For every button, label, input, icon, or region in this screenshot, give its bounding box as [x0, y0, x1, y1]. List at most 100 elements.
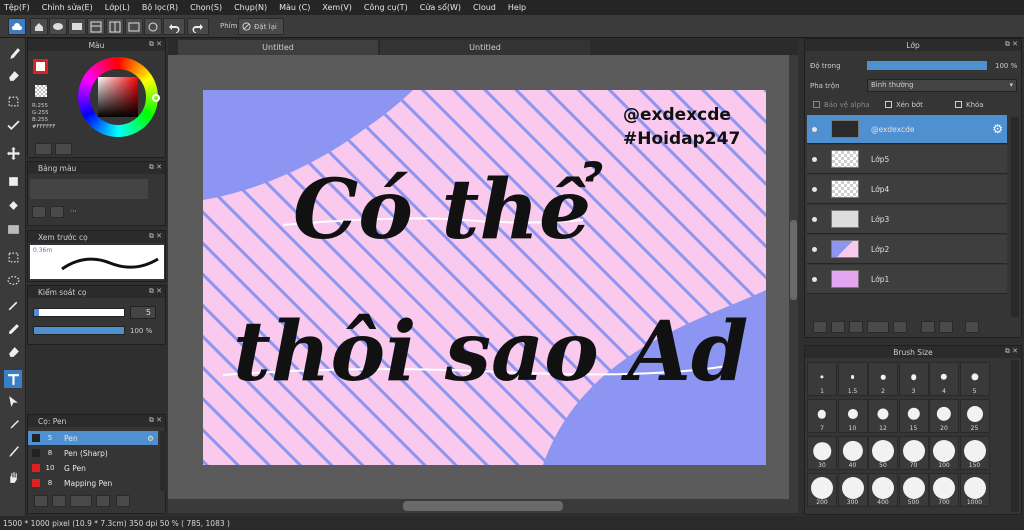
brush-list-scrollbar[interactable]: [160, 431, 166, 491]
menu-edit[interactable]: Chỉnh sửa(E): [36, 3, 99, 12]
select-eraser-tool-icon[interactable]: [4, 342, 22, 360]
brush-gear-icon[interactable]: [34, 495, 48, 507]
new-8bit-layer-icon[interactable]: [849, 321, 863, 333]
check-tool-icon[interactable]: [4, 116, 22, 134]
brush-size-cell[interactable]: 100: [929, 436, 959, 470]
gear-icon[interactable]: ⚙: [992, 122, 1003, 136]
select-rect-tool-icon[interactable]: [4, 92, 22, 110]
menu-select[interactable]: Chọn(S): [184, 3, 228, 12]
brush-size-cell[interactable]: 500: [898, 473, 929, 507]
lock-checkbox[interactable]: [955, 101, 962, 108]
brush-size-cell[interactable]: 40: [837, 436, 868, 470]
delete-layer-icon[interactable]: [965, 321, 979, 333]
hue-handle[interactable]: [152, 94, 160, 102]
new-halftone-layer-icon[interactable]: [831, 321, 845, 333]
brush-item-pen[interactable]: 5 Pen ⚙: [28, 431, 158, 445]
brush-copy-icon[interactable]: [96, 495, 110, 507]
menu-window[interactable]: Cửa sổ(W): [414, 3, 467, 12]
move-tool-icon[interactable]: [4, 144, 22, 162]
layer-row[interactable]: Lớp5: [807, 145, 1007, 174]
color-mode-button[interactable]: [35, 143, 52, 155]
brush-new-icon[interactable]: [52, 495, 66, 507]
gradient-tool-icon[interactable]: [4, 220, 22, 238]
menu-cloud[interactable]: Cloud: [467, 3, 502, 12]
duplicate-layer-icon[interactable]: [921, 321, 935, 333]
brush-item-mapping-pen[interactable]: 8 Mapping Pen: [28, 476, 158, 490]
secondary-color-swatch[interactable]: [35, 85, 47, 97]
palette-add-icon[interactable]: [32, 206, 46, 218]
menu-color[interactable]: Màu (C): [273, 3, 316, 12]
saturation-square[interactable]: [98, 77, 138, 117]
brush-item-g-pen[interactable]: 10 G Pen: [28, 461, 158, 475]
brush-size-cell[interactable]: 25: [959, 399, 990, 433]
layout-icon[interactable]: [87, 18, 105, 35]
eye-icon[interactable]: [812, 156, 817, 162]
brush-size-cell[interactable]: 4: [929, 362, 959, 396]
layer-row[interactable]: Lớp4: [807, 175, 1007, 204]
layer-row[interactable]: @exdexcde ⚙: [807, 115, 1007, 144]
color-option-button[interactable]: [55, 143, 72, 155]
layer-row[interactable]: Lớp1: [807, 265, 1007, 294]
palette-area[interactable]: [30, 179, 148, 199]
brush-size-value[interactable]: 5: [130, 306, 156, 319]
magic-wand-tool-icon[interactable]: [4, 296, 22, 314]
artwork-canvas[interactable]: @exdexcde #Hoidap247 Có thể thôi sao Ad: [203, 90, 766, 465]
brush-size-cell[interactable]: 400: [868, 473, 898, 507]
palette-more-icon[interactable]: ⋯: [70, 207, 77, 215]
brush-size-cell[interactable]: 2: [868, 362, 898, 396]
menu-tools[interactable]: Công cụ(T): [358, 3, 414, 12]
gear-icon[interactable]: ⚙: [147, 434, 154, 443]
palette-delete-icon[interactable]: [50, 206, 64, 218]
brush-size-scrollbar[interactable]: [1011, 360, 1019, 512]
brush-size-cell[interactable]: 1.5: [837, 362, 868, 396]
primary-color-swatch[interactable]: [33, 59, 48, 74]
eyedropper-tool-icon[interactable]: [4, 416, 22, 434]
brush-size-cell[interactable]: 20: [929, 399, 959, 433]
layer-add-menu-icon[interactable]: [867, 321, 889, 333]
menu-file[interactable]: Tệp(F): [0, 3, 36, 12]
eye-icon[interactable]: [812, 186, 817, 192]
tab-untitled-1[interactable]: Untitled: [178, 40, 378, 55]
menu-filter[interactable]: Bộ lọc(R): [136, 3, 184, 12]
blend-mode-select[interactable]: Bình thường ▾: [867, 79, 1017, 92]
fill-rect-tool-icon[interactable]: [4, 172, 22, 190]
menu-view[interactable]: Xem(V): [316, 3, 358, 12]
brush-size-cell[interactable]: 50: [868, 436, 898, 470]
text-tool-icon[interactable]: [4, 370, 22, 388]
brush-size-cell[interactable]: 12: [868, 399, 898, 433]
brush-size-cell[interactable]: 150: [959, 436, 990, 470]
layer-opacity-slider[interactable]: [867, 61, 987, 70]
brush-opacity-slider[interactable]: [33, 326, 125, 335]
menu-help[interactable]: Help: [502, 3, 532, 12]
window-icon[interactable]: [125, 18, 143, 35]
brush-size-cell[interactable]: 200: [807, 473, 837, 507]
layer-scrollbar[interactable]: [1011, 117, 1019, 317]
comment-icon[interactable]: [68, 18, 86, 35]
merge-down-icon[interactable]: [939, 321, 953, 333]
hand-tool-icon[interactable]: [4, 468, 22, 486]
pen-tool-icon[interactable]: [4, 442, 22, 460]
brush-size-cell[interactable]: 10: [837, 399, 868, 433]
grid-icon[interactable]: [106, 18, 124, 35]
eye-icon[interactable]: [812, 126, 817, 132]
brush-add-icon[interactable]: [70, 495, 92, 507]
horizontal-scrollbar[interactable]: [168, 499, 798, 513]
lasso-rect-tool-icon[interactable]: [4, 248, 22, 266]
layer-row[interactable]: Lớp3: [807, 205, 1007, 234]
brush-size-slider[interactable]: [33, 308, 125, 317]
brush-size-cell[interactable]: 30: [807, 436, 837, 470]
lasso-tool-icon[interactable]: [4, 272, 22, 290]
undo-icon[interactable]: [163, 18, 185, 35]
brush-size-cell[interactable]: 3: [898, 362, 929, 396]
brush-tool-icon[interactable]: [4, 44, 22, 62]
brush-size-cell[interactable]: 70: [898, 436, 929, 470]
home-icon[interactable]: [30, 18, 48, 35]
redo-icon[interactable]: [187, 18, 209, 35]
snap-icon[interactable]: [144, 18, 162, 35]
eye-icon[interactable]: [812, 276, 817, 282]
cloud-icon[interactable]: [8, 18, 26, 35]
brush-size-cell[interactable]: 5: [959, 362, 990, 396]
brush-size-cell[interactable]: 1: [807, 362, 837, 396]
vertical-scrollbar[interactable]: [789, 55, 798, 499]
folder-icon[interactable]: [893, 321, 907, 333]
